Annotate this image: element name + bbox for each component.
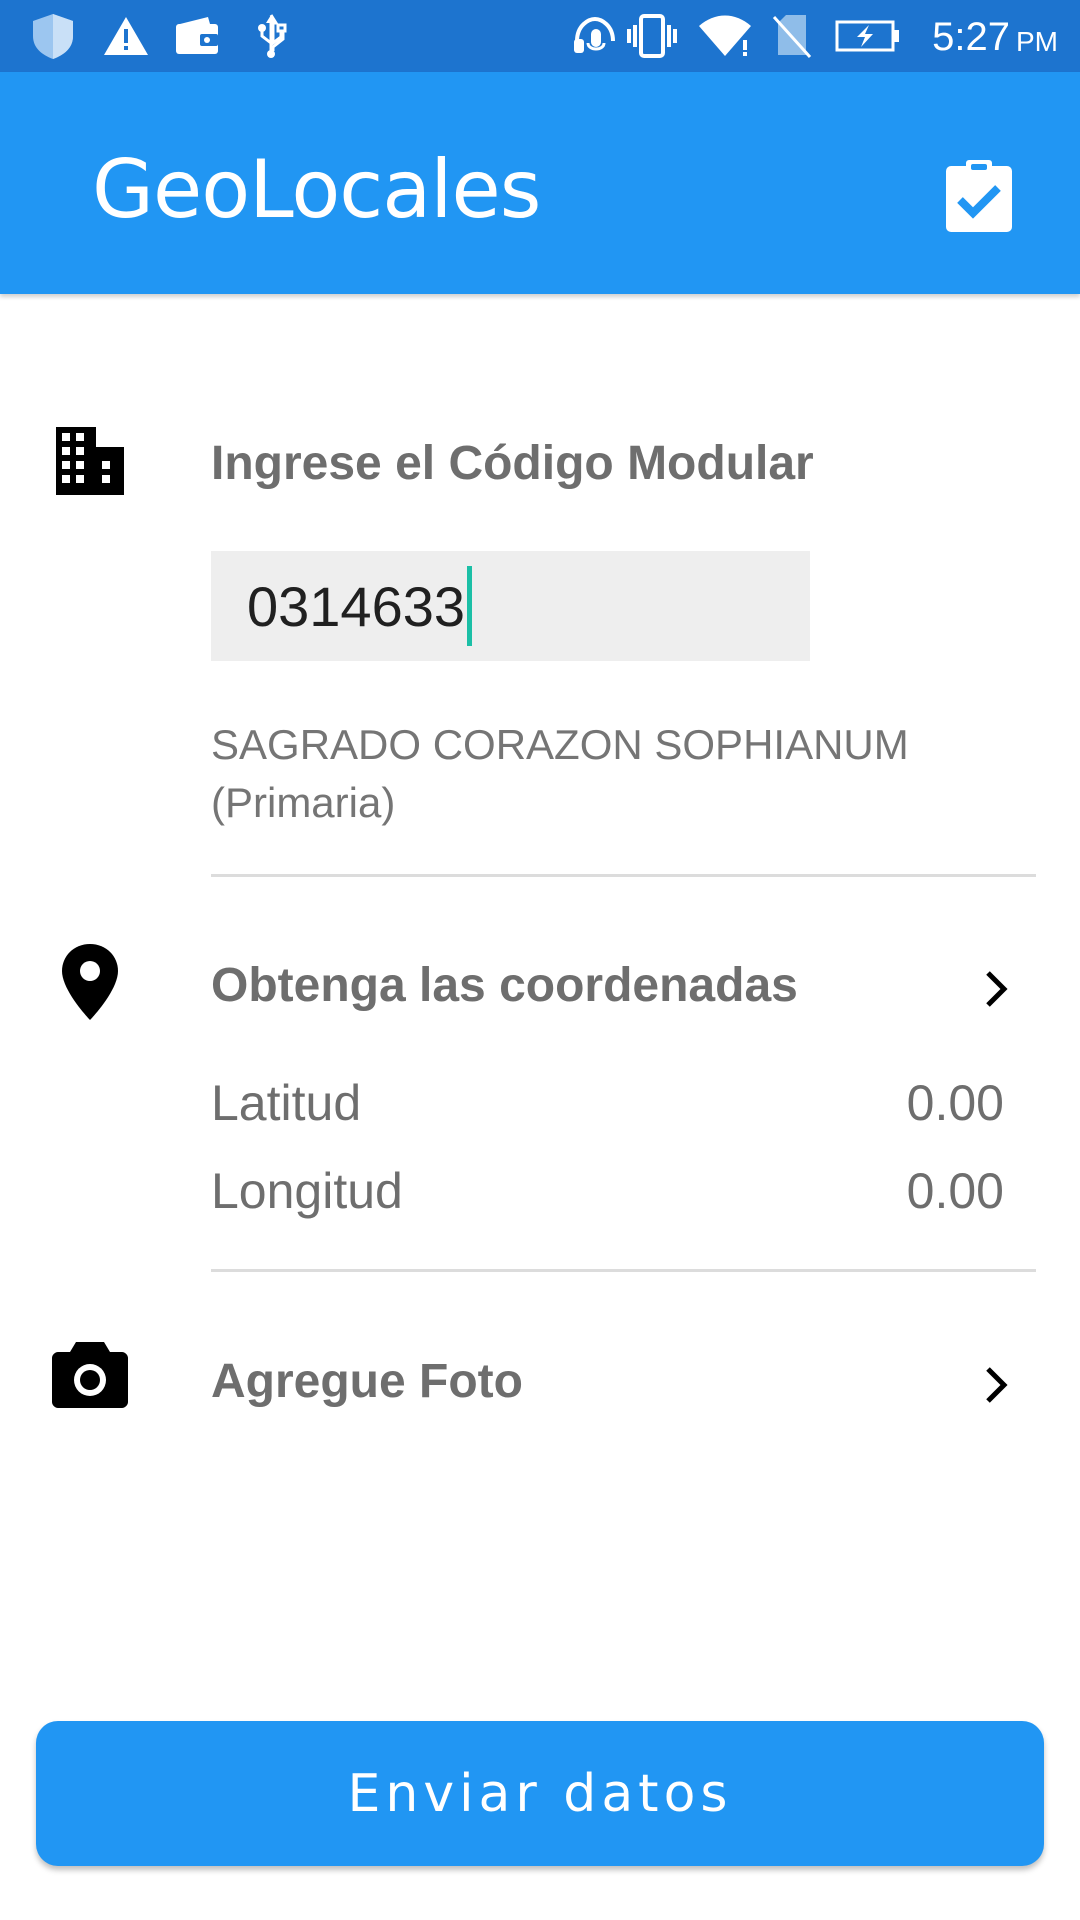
wallet-icon bbox=[172, 12, 222, 60]
code-modular-input[interactable]: 0314633 bbox=[211, 551, 810, 661]
warning-icon bbox=[102, 12, 150, 60]
status-bar: 5:27 PM bbox=[0, 0, 1080, 72]
no-sim-icon bbox=[770, 12, 814, 60]
chevron-right-icon[interactable] bbox=[978, 1361, 1014, 1409]
clipboard-check-icon[interactable] bbox=[944, 158, 1014, 234]
headset-mic-icon bbox=[570, 12, 620, 60]
status-time: 5:27 bbox=[932, 15, 1010, 59]
usb-icon bbox=[250, 12, 292, 60]
app-bar: GeoLocales bbox=[0, 72, 1080, 294]
longitude-label: Longitud bbox=[211, 1163, 403, 1219]
coordinates-section-title[interactable]: Obtenga las coordenadas bbox=[211, 962, 798, 1010]
code-input-value: 0314633 bbox=[247, 574, 466, 638]
school-name: SAGRADO CORAZON SOPHIANUM (Primaria) bbox=[211, 721, 909, 826]
app-title: GeoLocales bbox=[92, 143, 541, 236]
text-caret bbox=[467, 566, 473, 646]
shield-icon bbox=[28, 12, 78, 60]
camera-icon bbox=[52, 1340, 128, 1408]
latitude-value: 0.00 bbox=[906, 1075, 1004, 1131]
photo-section-title[interactable]: Agregue Foto bbox=[211, 1358, 523, 1406]
divider bbox=[211, 874, 1036, 877]
divider bbox=[211, 1269, 1036, 1272]
vibrate-icon bbox=[624, 12, 680, 60]
building-icon bbox=[56, 427, 124, 495]
status-ampm: PM bbox=[1016, 26, 1058, 57]
longitude-value: 0.00 bbox=[906, 1163, 1004, 1219]
wifi-icon bbox=[696, 12, 754, 60]
map-pin-icon bbox=[62, 944, 118, 1020]
send-data-button[interactable]: Enviar datos bbox=[36, 1721, 1044, 1866]
battery-charging-icon bbox=[834, 12, 902, 60]
latitude-label: Latitud bbox=[211, 1075, 362, 1131]
code-section-title: Ingrese el Código Modular bbox=[211, 437, 814, 490]
chevron-right-icon[interactable] bbox=[978, 965, 1014, 1013]
